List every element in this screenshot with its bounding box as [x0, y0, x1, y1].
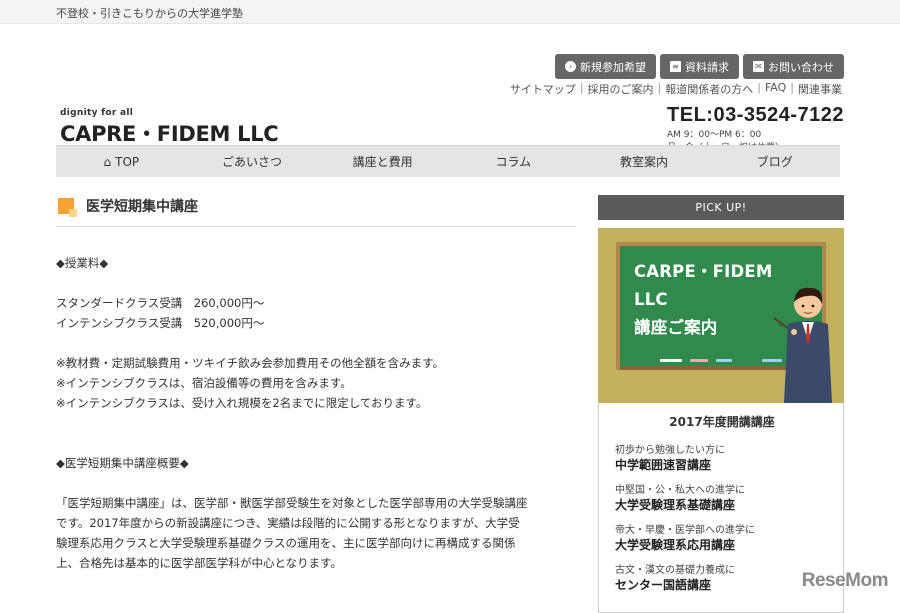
link-faq[interactable]: FAQ [765, 81, 786, 97]
main-content: 医学短期集中講座 ◆授業料◆ スタンダードクラス受講 260,000円～ インテ… [56, 190, 576, 573]
banner-line-1: CARPE・FIDEM [634, 258, 772, 286]
contact-button-label: お問い合わせ [768, 59, 834, 75]
contact-button[interactable]: ✉ お問い合わせ [743, 54, 844, 79]
note-2: ※インテンシブクラスは、宿泊設備等の費用を含みます。 [56, 373, 576, 393]
watermark: ReseMom [802, 570, 888, 592]
course-title: 中学範囲速習講座 [615, 457, 829, 474]
join-button[interactable]: › 新規参加希望 [555, 54, 656, 79]
nav-greeting[interactable]: ごあいさつ [187, 146, 318, 177]
nav-classroom-label: 教室案内 [620, 153, 668, 170]
banner-line-3: 講座ご案内 [634, 314, 772, 342]
header: › 新規参加希望 ≡ 資料請求 ✉ お問い合わせ サイトマップ| 採用のご案内|… [0, 24, 900, 144]
document-icon: ≡ [670, 61, 681, 72]
overview-line-4: 上、合格先は基本的に医学部医学科が中心となります。 [56, 553, 576, 573]
tagline: 不登校・引きこもりからの大学進学塾 [56, 5, 243, 21]
courses-title: 2017年度開講講座 [615, 413, 829, 430]
nav-blog[interactable]: ブログ [709, 146, 840, 177]
page-title: 医学短期集中講座 [86, 196, 198, 216]
course-item[interactable]: 中堅国・公・私大への進学に 大学受験理系基礎講座 [615, 484, 829, 514]
course-banner[interactable]: CARPE・FIDEM LLC 講座ご案内 [598, 228, 844, 403]
nav-column-label: コラム [496, 153, 532, 170]
note-1: ※教材費・定期試験費用・ツキイチ飲み会参加費用その他全額を含みます。 [56, 353, 576, 373]
note-3: ※インテンシブクラスは、受け入れ規模を2名までに限定しております。 [56, 393, 576, 413]
course-item[interactable]: 帝大・早慶・医学部への進学に 大学受験理系応用講座 [615, 524, 829, 554]
course-title: 大学受験理系基礎講座 [615, 497, 829, 514]
overview-line-3: 験理系応用クラスと大学受験理系基礎クラスの運用を、主に医学部向けに再構成する関係 [56, 533, 576, 553]
nav-classroom[interactable]: 教室案内 [579, 146, 710, 177]
main-nav: ⌂TOP ごあいさつ 講座と費用 コラム 教室案内 ブログ [56, 145, 840, 177]
pickup-header: PICK UP! [598, 195, 844, 220]
link-related[interactable]: 関連事業 [798, 81, 842, 97]
fee-heading: ◆授業料◆ [56, 253, 576, 273]
overview-line-2: です。2017年度からの新設講座につき、実績は段階的に公開する形となりますが、大… [56, 513, 576, 533]
join-button-label: 新規参加希望 [580, 59, 646, 75]
overview-heading: ◆医学短期集中講座概要◆ [56, 453, 576, 473]
sub-links: サイトマップ| 採用のご案内| 報道関係者の方へ| FAQ| 関連事業 [510, 81, 842, 97]
logo-tagline: dignity for all [60, 108, 278, 118]
teacher-illustration [770, 280, 840, 403]
top-bar: 不登校・引きこもりからの大学進学塾 [0, 0, 900, 24]
arrow-right-circle-icon: › [565, 61, 576, 72]
course-sub: 古文・漢文の基礎力養成に [615, 564, 829, 577]
fee-standard: スタンダードクラス受講 260,000円～ [56, 293, 576, 313]
course-title: 大学受験理系応用講座 [615, 537, 829, 554]
title-square-icon [58, 198, 74, 214]
home-icon: ⌂ [104, 155, 112, 169]
nav-blog-label: ブログ [757, 153, 793, 170]
link-recruit[interactable]: 採用のご案内 [588, 81, 654, 97]
nav-top-label: TOP [115, 155, 139, 169]
logo-name: CAPRE・FIDEM LLC [60, 118, 278, 148]
phone-number: TEL:03-3524-7122 [667, 104, 844, 127]
mail-icon: ✉ [753, 61, 764, 72]
sidebar: PICK UP! CARPE・FIDEM LLC 講座ご案内 [598, 195, 844, 613]
nav-column[interactable]: コラム [448, 146, 579, 177]
course-sub: 中堅国・公・私大への進学に [615, 484, 829, 497]
article-body: ◆授業料◆ スタンダードクラス受講 260,000円～ インテンシブクラス受講 … [56, 253, 576, 573]
page-title-row: 医学短期集中講座 [56, 190, 576, 227]
nav-greeting-label: ごあいさつ [222, 153, 282, 170]
course-sub: 帝大・早慶・医学部への進学に [615, 524, 829, 537]
brochure-button[interactable]: ≡ 資料請求 [660, 54, 739, 79]
business-hours: AM 9：00～PM 6：00 [667, 129, 844, 142]
nav-courses-label: 講座と費用 [353, 153, 413, 170]
nav-courses[interactable]: 講座と費用 [317, 146, 448, 177]
link-sitemap[interactable]: サイトマップ [510, 81, 576, 97]
nav-top[interactable]: ⌂TOP [56, 146, 187, 177]
course-item[interactable]: 初歩から勉強したい方に 中学範囲速習講座 [615, 444, 829, 474]
course-sub: 初歩から勉強したい方に [615, 444, 829, 457]
course-title: センター国語講座 [615, 577, 829, 594]
course-item[interactable]: 古文・漢文の基礎力養成に センター国語講座 [615, 564, 829, 594]
link-press[interactable]: 報道関係者の方へ [665, 81, 753, 97]
fee-intensive: インテンシブクラス受講 520,000円～ [56, 313, 576, 333]
banner-line-2: LLC [634, 286, 772, 314]
overview-line-1: 「医学短期集中講座」は、医学部・獣医学部受験生を対象とした医学部専用の大学受験講… [56, 493, 576, 513]
logo[interactable]: dignity for all CAPRE・FIDEM LLC [60, 108, 278, 148]
header-buttons: › 新規参加希望 ≡ 資料請求 ✉ お問い合わせ [555, 54, 844, 79]
brochure-button-label: 資料請求 [685, 59, 729, 75]
